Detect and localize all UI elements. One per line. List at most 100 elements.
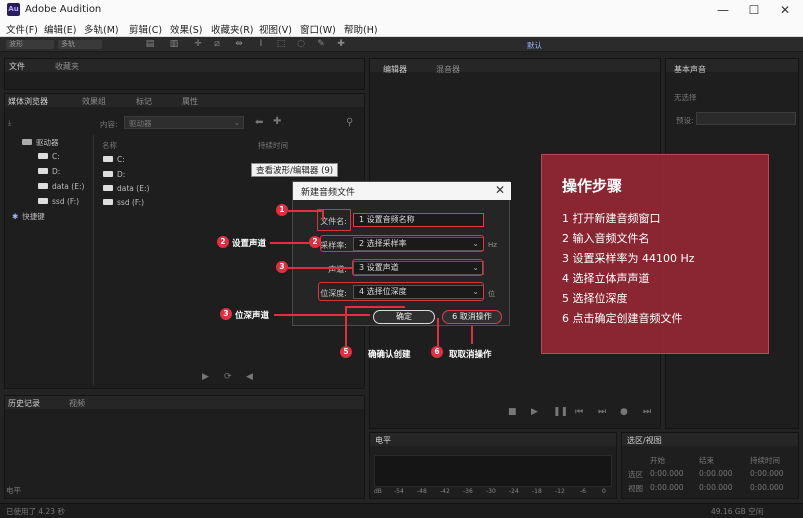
- menu-help[interactable]: 帮助(H): [344, 22, 378, 36]
- tree-item-e[interactable]: data (E:): [38, 182, 84, 191]
- annotation-confirm-create: 确确认创建: [368, 350, 411, 360]
- level-tick: dB: [374, 488, 382, 495]
- skip-icon[interactable]: ⏭: [643, 407, 651, 417]
- tree-item-c[interactable]: C:: [38, 152, 60, 161]
- menu-window[interactable]: 窗口(W): [300, 22, 336, 36]
- menu-effects[interactable]: 效果(S): [170, 22, 202, 36]
- bitdepth-unit: 位: [488, 290, 495, 298]
- view-duration[interactable]: 0:00.000: [750, 483, 784, 492]
- menu-file[interactable]: 文件(F): [6, 22, 38, 36]
- selection-start[interactable]: 0:00.000: [650, 469, 684, 478]
- level-tick: -30: [486, 488, 496, 495]
- levels-title[interactable]: 电平: [375, 435, 391, 446]
- settings-dropdown-icon[interactable]: ⤓: [8, 118, 11, 128]
- fast-forward-icon[interactable]: ⏭: [598, 407, 606, 417]
- level-tick: -24: [509, 488, 519, 495]
- tab-effects-rack[interactable]: 效果组: [82, 96, 106, 107]
- menu-clip[interactable]: 剪辑(C): [129, 22, 162, 36]
- list-item[interactable]: C:: [103, 155, 125, 164]
- multitrack-view-button[interactable]: 多轨: [58, 40, 102, 49]
- move-tool-icon[interactable]: ✛: [193, 39, 203, 49]
- tab-media-browser[interactable]: 媒体浏览器: [8, 96, 48, 107]
- workspace-default[interactable]: 默认: [527, 40, 542, 51]
- tab-editor[interactable]: 编辑器: [383, 64, 407, 75]
- preset-select[interactable]: [696, 112, 796, 125]
- time-selection-icon[interactable]: I: [256, 39, 266, 49]
- menu-multitrack[interactable]: 多轨(M): [84, 22, 119, 36]
- tree-item-drives[interactable]: 驱动器: [22, 137, 59, 148]
- tree-item-f[interactable]: ssd (F:): [38, 197, 79, 206]
- annotation-frame: [318, 282, 484, 301]
- selection-view-title[interactable]: 选区/视图: [627, 435, 662, 446]
- list-item[interactable]: ssd (F:): [103, 198, 144, 207]
- filter-icon[interactable]: ⚲: [346, 117, 353, 128]
- play-icon[interactable]: ▶: [202, 372, 209, 382]
- menu-bar: 文件(F) 编辑(E) 多轨(M) 剪辑(C) 效果(S) 收藏夹(R) 视图(…: [0, 20, 803, 37]
- cancel-button[interactable]: 6 取消操作: [442, 310, 502, 324]
- selection-end[interactable]: 0:00.000: [699, 469, 733, 478]
- level-tick: -54: [394, 488, 404, 495]
- healing-icon[interactable]: ✚: [336, 39, 346, 49]
- level-tick: 0: [602, 488, 606, 495]
- play-icon[interactable]: ▶: [531, 407, 538, 417]
- content-label: 内容:: [100, 120, 118, 129]
- editor-header: [370, 59, 660, 72]
- level-tick: -36: [463, 488, 473, 495]
- slip-tool-icon[interactable]: ⇹: [234, 39, 244, 49]
- view-end[interactable]: 0:00.000: [699, 483, 733, 492]
- back-arrow-icon[interactable]: ⬅: [255, 117, 263, 128]
- tab-history[interactable]: 历史记录: [8, 398, 40, 409]
- step-item: 1 打开新建音频窗口: [562, 212, 661, 225]
- ok-button[interactable]: 确定: [373, 310, 435, 324]
- menu-favorites[interactable]: 收藏夹(R): [211, 22, 254, 36]
- filename-input[interactable]: 1 设置音频名称: [353, 213, 484, 227]
- list-item[interactable]: data (E:): [103, 184, 149, 193]
- view-start[interactable]: 0:00.000: [650, 483, 684, 492]
- content-select[interactable]: 驱动器 ⌄: [124, 116, 244, 129]
- razor-tool-icon[interactable]: ⧄: [212, 39, 222, 49]
- loop-icon[interactable]: ⟳: [224, 372, 232, 382]
- stop-icon[interactable]: ■: [508, 407, 517, 417]
- tab-mixer[interactable]: 混音器: [436, 64, 460, 75]
- close-button[interactable]: ✕: [770, 2, 800, 18]
- status-right: 49.16 GB 空闲: [711, 507, 764, 516]
- tab-markers[interactable]: 标记: [136, 96, 152, 107]
- annotation-line: [274, 314, 370, 316]
- waveform-view-button[interactable]: 波形: [6, 40, 54, 49]
- rewind-icon[interactable]: ⏮: [575, 407, 583, 417]
- maximize-button[interactable]: ☐: [739, 2, 769, 18]
- tree-item-d[interactable]: D:: [38, 167, 60, 176]
- tab-favorites[interactable]: 收藏夹: [55, 61, 79, 72]
- selection-duration[interactable]: 0:00.000: [750, 469, 784, 478]
- pause-icon[interactable]: ❚❚: [553, 407, 568, 417]
- window-title: Adobe Audition: [25, 4, 102, 15]
- drive-icon: [22, 139, 32, 145]
- minimize-button[interactable]: —: [708, 2, 738, 18]
- list-item[interactable]: D:: [103, 170, 125, 179]
- brush-icon[interactable]: ✎: [316, 39, 326, 49]
- speaker-icon[interactable]: ◀: [246, 372, 253, 382]
- record-icon[interactable]: ●: [620, 407, 628, 417]
- add-location-icon[interactable]: ✚: [273, 116, 281, 127]
- tab-video[interactable]: 视频: [69, 398, 85, 409]
- pitch-icon[interactable]: ▥: [169, 39, 179, 49]
- spectral-icon[interactable]: ▤: [145, 39, 155, 49]
- close-icon[interactable]: ✕: [495, 183, 505, 197]
- app-icon: Au: [7, 3, 20, 16]
- duration-column-header[interactable]: 持续时间: [258, 140, 288, 151]
- tree-item-shortcuts[interactable]: ✱ 快捷键: [12, 211, 45, 222]
- step-badge-2: 2: [217, 236, 229, 248]
- essential-sound-title[interactable]: 基本声音: [674, 64, 706, 75]
- step-item: 5 选择位深度: [562, 292, 628, 305]
- menu-view[interactable]: 视图(V): [259, 22, 292, 36]
- lasso-icon[interactable]: ◌: [296, 39, 306, 49]
- name-column-header[interactable]: 名称: [102, 140, 117, 151]
- selection-row-label: 选区: [628, 470, 643, 479]
- tab-files[interactable]: 文件: [9, 61, 25, 72]
- status-bar: [0, 503, 803, 518]
- menu-edit[interactable]: 编辑(E): [44, 22, 76, 36]
- tab-properties[interactable]: 属性: [182, 96, 198, 107]
- marquee-icon[interactable]: ⬚: [276, 39, 286, 49]
- drive-icon: [38, 198, 48, 204]
- drive-icon: [38, 183, 48, 189]
